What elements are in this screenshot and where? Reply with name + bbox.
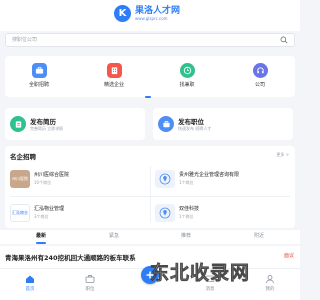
job-tabs: 最新 紧急 推荐 附近	[0, 230, 300, 244]
quick-link-label: 全职招聘	[28, 82, 49, 88]
nav-jobs[interactable]: 职位	[70, 273, 110, 292]
home-icon	[25, 273, 36, 284]
logo-name: 果洛人才网	[135, 5, 181, 16]
quick-link-label: 公司	[254, 82, 265, 88]
site-logo[interactable]: K 果洛人才网 www.glzprc.com	[114, 5, 180, 22]
more-link[interactable]: 更多 >	[276, 152, 289, 158]
company-item[interactable]: 贵州雅光企业管理咨询有限 1个岗位	[155, 166, 293, 194]
company-item[interactable]: 州川医院 州川医综合医院 10个岗位	[10, 166, 148, 194]
headset-icon	[252, 63, 268, 78]
nav-home[interactable]: 首页	[10, 273, 50, 292]
tab-nearby[interactable]: 附近	[239, 232, 279, 239]
publish-resume-subtitle: 完善简历 立即求职	[30, 126, 64, 131]
location-pin-icon	[155, 204, 175, 222]
carousel-indicator	[145, 96, 151, 98]
company-item[interactable]: 双佳科技 1个岗位	[155, 200, 293, 228]
tab-latest[interactable]: 最新	[21, 232, 61, 239]
tab-recommended[interactable]: 推荐	[166, 232, 206, 239]
user-icon	[265, 273, 276, 284]
company-logo: 汇泓物业	[10, 204, 30, 222]
search-input[interactable]: 搜职位公司	[5, 33, 295, 47]
quick-link-company[interactable]: 公司	[240, 63, 280, 88]
company-name: 汇泓物业管理	[34, 206, 65, 212]
nav-label: 我的	[265, 287, 275, 292]
company-job-count: 3个岗位	[34, 214, 49, 219]
salary-badge: 面议	[283, 253, 294, 259]
publish-job-card[interactable]: 发布职位 快速发布 招聘人才	[153, 108, 293, 140]
nav-label: 消息	[205, 287, 215, 292]
divider	[10, 196, 290, 197]
company-job-count: 1个岗位	[179, 214, 194, 219]
active-tab-indicator	[36, 242, 46, 244]
publish-job-subtitle: 快速发布 招聘人才	[178, 126, 212, 131]
briefcase-icon	[85, 273, 96, 284]
location-pin-icon	[155, 170, 175, 188]
building-icon	[106, 63, 122, 78]
nav-label: 首页	[25, 287, 35, 292]
watermark-overlay: 东北收录网	[150, 262, 251, 285]
quick-links-panel: 全职招聘 精选企业 找兼职 公司	[5, 56, 295, 97]
company-name: 州川医综合医院	[34, 172, 70, 178]
publish-resume-card[interactable]: 发布简历 完善简历 立即求职	[5, 108, 145, 140]
company-name: 双佳科技	[179, 206, 200, 212]
quick-link-featured[interactable]: 精选企业	[94, 63, 134, 88]
briefcase-icon	[31, 63, 47, 78]
clock-icon	[179, 63, 195, 78]
app-header: K 果洛人才网 www.glzprc.com	[0, 0, 300, 31]
logo-mark-icon: K	[114, 5, 131, 22]
post-job-icon	[158, 116, 174, 132]
quick-link-parttime[interactable]: 找兼职	[167, 63, 207, 88]
divider	[150, 166, 151, 222]
company-job-count: 10个岗位	[34, 180, 52, 185]
search-icon[interactable]	[280, 36, 288, 44]
job-title: 青海果洛州有240挖机回大通顺路的板车联系	[5, 254, 136, 262]
company-name: 贵州雅光企业管理咨询有限	[179, 172, 240, 178]
resume-icon	[10, 116, 26, 132]
publish-job-title: 发布职位	[178, 118, 204, 126]
publish-resume-title: 发布简历	[30, 118, 56, 126]
quick-link-label: 找兼职	[179, 82, 195, 88]
logo-url: www.glzprc.com	[135, 15, 168, 21]
search-placeholder: 搜职位公司	[12, 37, 38, 43]
nav-label: 职位	[85, 287, 95, 292]
company-job-count: 1个岗位	[179, 180, 194, 185]
company-item[interactable]: 汇泓物业 汇泓物业管理 3个岗位	[10, 200, 148, 228]
company-logo: 州川医院	[10, 170, 30, 188]
quick-link-label: 精选企业	[103, 82, 124, 88]
nav-profile[interactable]: 我的	[250, 273, 290, 292]
tab-urgent[interactable]: 紧急	[94, 232, 134, 239]
quick-link-fulltime[interactable]: 全职招聘	[19, 63, 59, 88]
section-title: 名企招聘	[10, 153, 36, 161]
featured-companies-section: 名企招聘 更多 > 州川医院 州川医综合医院 10个岗位 贵州雅光企业管理咨询有…	[5, 146, 295, 228]
